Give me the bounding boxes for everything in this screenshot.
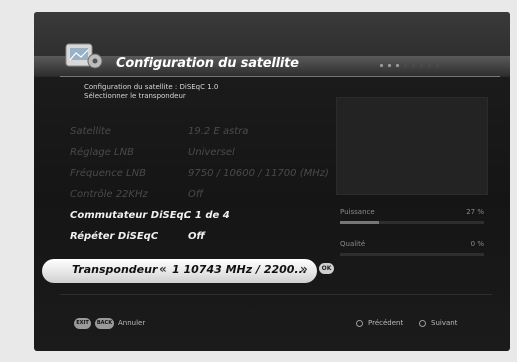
ok-button[interactable]: OK [319,263,334,274]
signal-power-fill [340,221,379,224]
step-dot [436,64,439,67]
next-label: Suivant [431,319,458,327]
signal-power-value: 27 % [466,208,484,216]
satellite-config-icon [65,43,103,69]
video-preview [336,97,488,195]
tv-screen: Configuration du satellite Configuration… [34,12,510,351]
signal-power-label: Puissance [340,208,375,216]
step-dot [428,64,431,67]
signal-quality-bar [340,253,484,256]
step-dot [420,64,423,67]
cancel-label: Annuler [118,319,146,327]
setting-value: 9750 / 10600 / 11700 (MHz) [188,168,329,179]
setting-value: Universel [188,147,235,158]
setting-label: Contrôle 22KHz [70,189,148,200]
setting-label: Répéter DiSEqC [70,231,159,242]
chevron-left-icon[interactable]: « [159,262,167,276]
signal-quality-value: 0 % [470,240,484,248]
setting-value: ... 1 de 4 [180,210,230,221]
setting-row-diseqc-repeat[interactable]: Répéter DiSEqC Off [70,226,330,247]
step-dot [404,64,407,67]
step-dot [388,64,391,67]
step-indicator [380,64,439,67]
transponder-value: 1 10743 MHz / 2200... [172,263,307,276]
step-dot [412,64,415,67]
settings-list: Satellite 19.2 E astra Réglage LNB Unive… [70,121,330,247]
setting-value: Off [188,189,204,200]
setting-row-transponder[interactable]: Transpondeur « 1 10743 MHz / 2200... » [42,259,317,283]
setting-value: Off [188,231,205,242]
next-circle-icon[interactable] [419,320,426,327]
back-button[interactable]: BACK [95,318,114,329]
setting-value: 19.2 E astra [188,126,249,137]
setting-row-diseqc-switch[interactable]: Commutateur DiSEqC ... 1 de 4 [70,205,330,226]
signal-quality-label: Qualité [340,240,366,248]
previous-circle-icon[interactable] [356,320,363,327]
setting-label: Commutateur DiSEqC [70,210,192,221]
footer-divider [60,294,492,295]
breadcrumb-line: Configuration du satellite : DiSEqC 1.0 [84,83,219,91]
step-dot [380,64,383,67]
header-divider [60,76,500,77]
chevron-right-icon[interactable]: » [300,262,308,276]
signal-power-bar [340,221,484,224]
setting-label: Fréquence LNB [70,168,146,179]
step-dot [396,64,399,67]
setting-label: Réglage LNB [70,147,134,158]
setting-row-satellite: Satellite 19.2 E astra [70,121,330,142]
instruction-line: Sélectionner le transpondeur [84,92,186,100]
setting-label: Satellite [70,126,111,137]
setting-row-lnb: Réglage LNB Universel [70,142,330,163]
exit-button[interactable]: EXIT [74,318,91,329]
page-title: Configuration du satellite [116,56,299,71]
setting-row-22khz: Contrôle 22KHz Off [70,184,330,205]
setting-row-lnb-frequency: Fréquence LNB 9750 / 10600 / 11700 (MHz) [70,163,330,184]
setting-label: Transpondeur [72,263,158,276]
breadcrumb: Configuration du satellite : DiSEqC 1.0 … [84,83,218,101]
previous-label: Précédent [368,319,404,327]
